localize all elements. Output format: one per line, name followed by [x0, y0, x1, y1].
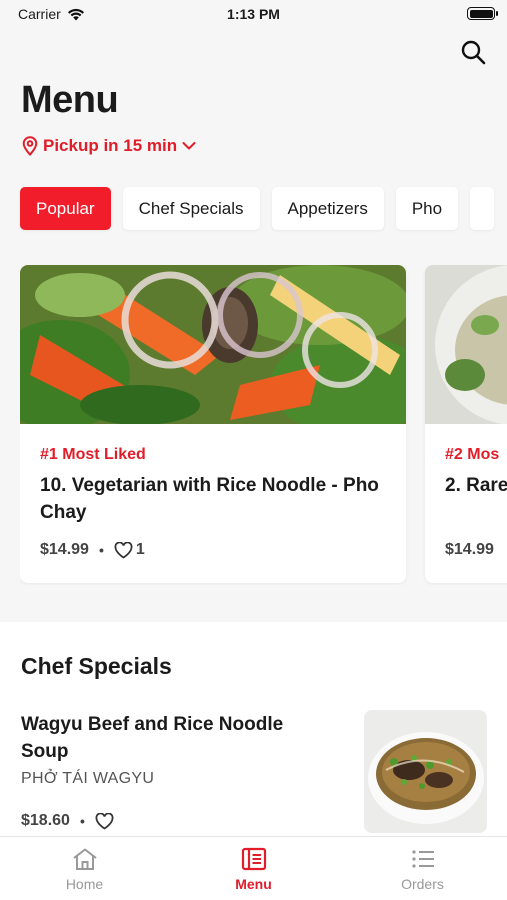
status-bar: Carrier 1:13 PM [0, 0, 507, 30]
dish-meta: $14.99 • 1 [40, 541, 145, 559]
bottom-tab-bar: Home Menu Orders [0, 836, 507, 900]
menu-book-icon [241, 847, 266, 871]
tab-label: Chef Specials [138, 198, 244, 218]
search-icon [461, 40, 486, 65]
home-icon [72, 848, 97, 870]
tab-appetizers[interactable]: Appetizers [271, 187, 384, 230]
dish-photo [20, 265, 406, 435]
tabbar-label: Orders [401, 876, 444, 892]
search-button[interactable] [457, 36, 489, 68]
rank-badge: #1 Most Liked [40, 446, 146, 463]
tab-chef-specials[interactable]: Chef Specials [122, 187, 260, 230]
separator-dot: • [79, 813, 85, 829]
location-pin-icon [22, 136, 38, 156]
dish-photo [425, 265, 507, 425]
battery-icon [467, 7, 498, 20]
tab-label: Appetizers [287, 198, 368, 218]
dish-price: $14.99 [40, 541, 89, 558]
tab-label: Pho [411, 198, 443, 218]
menu-item-price: $18.60 [21, 812, 70, 829]
tabbar-label: Menu [235, 876, 272, 892]
clock: 1:13 PM [227, 6, 280, 22]
tab-partial[interactable] [470, 187, 495, 230]
tabbar-menu[interactable]: Menu [169, 837, 338, 900]
featured-carousel[interactable]: #1 Most Liked 10. Vegetarian with Rice N… [20, 265, 507, 585]
menu-item-meta: $18.60 • [21, 812, 114, 830]
pickup-label: Pickup in 15 min [43, 136, 178, 155]
category-tabs: Popular Chef Specials Appetizers Pho [20, 187, 495, 230]
menu-item-subtitle: PHỞ TÁI WAGYU [21, 770, 155, 787]
section-title: Chef Specials [21, 653, 172, 679]
tabbar-home[interactable]: Home [0, 837, 169, 900]
separator-dot: • [98, 542, 104, 558]
chef-specials-section: Chef Specials Wagyu Beef and Rice Noodle… [0, 622, 507, 842]
dish-name: 10. Vegetarian with Rice Noodle - Pho Ch… [40, 475, 379, 523]
pho-bowl-image [364, 710, 487, 833]
page-title: Menu [21, 79, 119, 121]
tab-pho[interactable]: Pho [395, 187, 459, 230]
chevron-down-icon [182, 142, 196, 150]
pickup-selector[interactable]: Pickup in 15 min [22, 136, 196, 156]
rank-badge: #2 Mos [445, 446, 500, 463]
like-count: 1 [135, 541, 145, 558]
menu-item-photo[interactable] [364, 710, 487, 833]
heart-icon[interactable] [95, 812, 114, 830]
dish-price: $14.99 [445, 541, 494, 558]
menu-item-name[interactable]: Wagyu Beef and Rice Noodle Soup [21, 711, 321, 765]
tabbar-orders[interactable]: Orders [338, 837, 507, 900]
tab-label: Popular [36, 198, 95, 218]
likes[interactable]: 1 [114, 541, 145, 559]
featured-card[interactable]: #2 Mos 2. Rare $14.99 [425, 265, 507, 583]
tab-popular[interactable]: Popular [20, 187, 111, 230]
dish-meta: $14.99 [445, 541, 494, 559]
tabbar-label: Home [65, 876, 104, 892]
featured-card[interactable]: #1 Most Liked 10. Vegetarian with Rice N… [20, 265, 406, 583]
heart-icon [114, 541, 133, 559]
list-icon [411, 850, 434, 868]
dish-name: 2. Rare [445, 475, 507, 496]
